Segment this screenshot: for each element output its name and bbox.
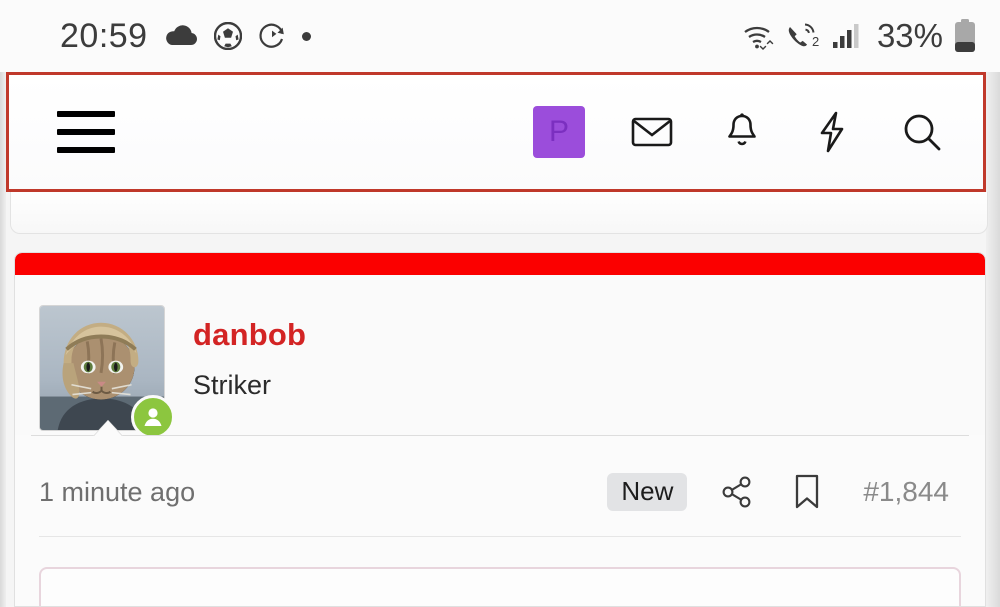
envelope-icon [631,117,673,147]
bookmark-button[interactable] [787,472,827,512]
search-icon [904,114,941,151]
post-header: danbob Striker [15,275,985,439]
new-badge: New [607,473,688,511]
navbar-actions: P [533,106,945,158]
wifi-icon [744,26,774,50]
page-edge-right [986,72,1000,607]
soccer-ball-icon [213,22,242,50]
post-username[interactable]: danbob [193,315,306,355]
share-button[interactable] [717,472,757,512]
post-meta-row: 1 minute ago New #1,844 [15,436,985,520]
messages-button[interactable] [629,109,675,155]
lightning-bolt-icon [820,111,844,153]
sync-circle-icon [259,23,284,48]
dot-icon [301,31,311,41]
cloud-icon [165,25,197,45]
hamburger-bar [57,111,115,117]
avatar[interactable] [39,305,175,439]
bell-icon [728,113,756,146]
hamburger-bar [57,147,115,153]
hamburger-bar [57,129,115,135]
post-number[interactable]: #1,844 [863,476,949,508]
bookmark-icon [796,474,819,509]
post-user-title: Striker [193,370,272,401]
post-body-divider [39,536,961,537]
call-icon: 2 [788,23,819,49]
battery-icon [955,19,975,52]
post-card: danbob Striker 1 minute ago New #1,844 [14,252,986,607]
notifications-button[interactable] [719,109,765,155]
status-bar-left: 20:59 [60,17,311,56]
online-status-badge [131,395,175,439]
search-button[interactable] [899,109,945,155]
navbar: P [9,75,983,189]
battery-percent-label: 33% [876,17,943,54]
phone-screen: 20:59 2 33% P danbob Striker 1 minute ag… [0,0,1000,607]
status-bar: 20:59 2 33% [0,0,1000,72]
post-quote-box [39,567,961,606]
post-header-divider [31,420,969,436]
content-strip [10,192,988,234]
post-identity: danbob Striker [165,305,306,402]
post-meta-actions: New #1,844 [607,472,949,512]
signal-bars-icon [832,24,859,48]
status-clock: 20:59 [60,16,148,55]
person-icon [144,408,162,426]
user-avatar-button[interactable]: P [533,106,585,158]
activity-button[interactable] [809,109,855,155]
status-bar-right: 2 33% [742,17,978,55]
share-nodes-icon [722,476,751,508]
call-badge-count: 2 [812,34,819,49]
hamburger-menu-icon[interactable] [57,111,115,153]
navbar-highlight-box: P [6,72,986,192]
post-timestamp[interactable]: 1 minute ago [39,477,195,508]
post-banner [15,253,985,275]
